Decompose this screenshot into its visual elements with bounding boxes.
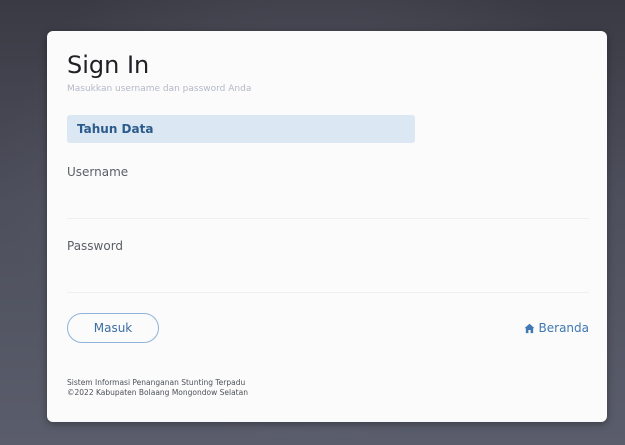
password-input[interactable]	[67, 265, 589, 293]
home-icon	[524, 323, 534, 333]
footer-app-name: Sistem Informasi Penanganan Stunting Ter…	[67, 378, 246, 387]
login-card: Sign In Masukkan username dan password A…	[47, 31, 607, 422]
page-title: Sign In	[67, 51, 150, 79]
username-label: Username	[67, 165, 129, 179]
password-label: Password	[67, 239, 124, 253]
footer-copyright: ©2022 Kabupaten Bolaang Mongondow Selata…	[67, 388, 248, 397]
footer: Sistem Informasi Penanganan Stunting Ter…	[67, 378, 248, 398]
beranda-link[interactable]: Beranda	[524, 321, 589, 335]
beranda-label: Beranda	[538, 321, 589, 335]
year-select[interactable]: Tahun Data	[67, 115, 415, 143]
page-subtitle: Masukkan username dan password Anda	[67, 84, 252, 94]
username-input[interactable]	[67, 191, 589, 219]
masuk-button[interactable]: Masuk	[67, 313, 159, 343]
